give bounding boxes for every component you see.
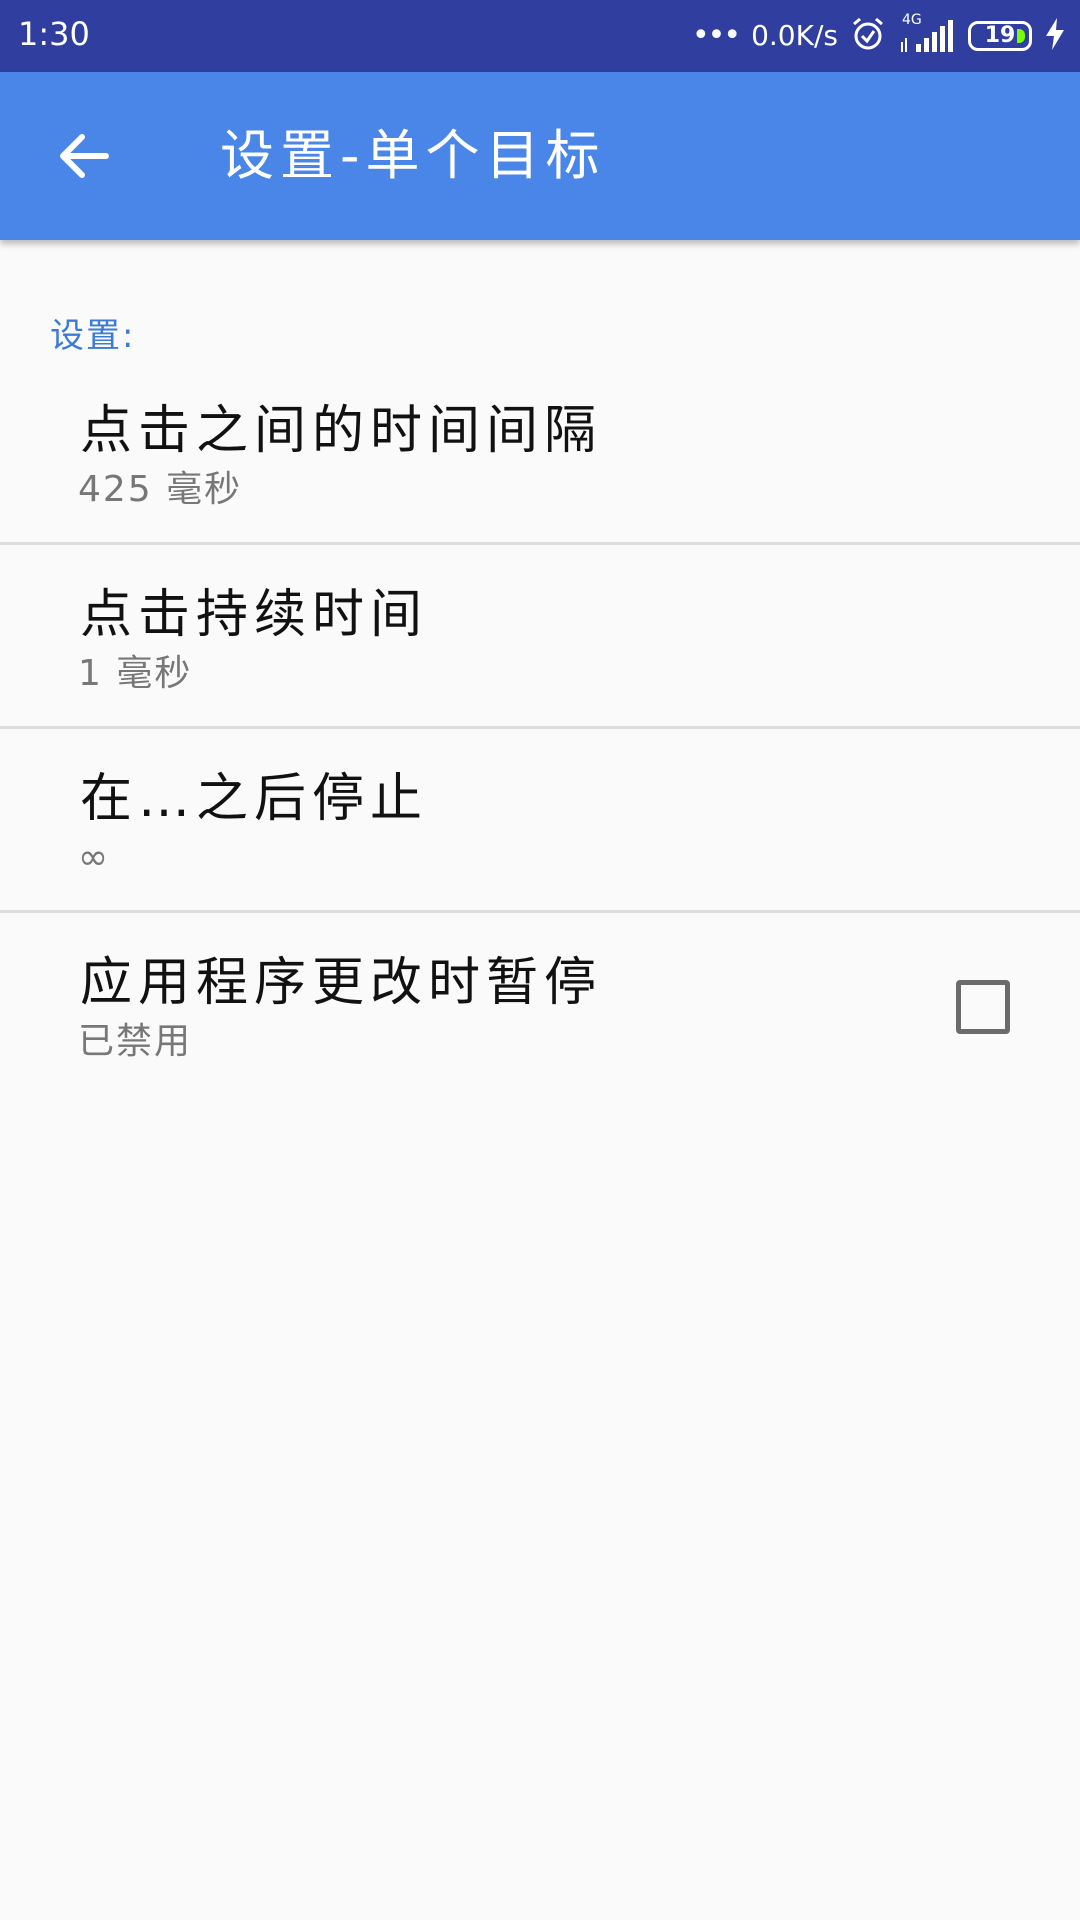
status-time: 1:30 xyxy=(18,15,90,53)
network-type: 4G xyxy=(902,12,922,28)
pref-click-interval[interactable]: 点击之间的时间间隔 425 毫秒 xyxy=(0,374,1080,556)
pref-title: 在…之后停止 xyxy=(80,769,429,829)
pref-title: 点击之间的时间间隔 xyxy=(80,401,603,461)
pref-pause-on-app-change[interactable]: 应用程序更改时暂停 已禁用 xyxy=(0,926,1080,1108)
signal-icon: 4G xyxy=(898,12,956,56)
pref-summary: ∞ xyxy=(78,837,110,878)
divider xyxy=(0,910,1080,913)
alarm-icon xyxy=(850,16,886,56)
arrow-back-icon xyxy=(60,134,109,178)
status-icons: ••• 0.0K/s 4G 19 xyxy=(691,12,1066,58)
category-title: 设置: xyxy=(50,316,136,356)
pause-checkbox[interactable] xyxy=(956,980,1010,1034)
divider xyxy=(0,726,1080,729)
battery-icon: 19 xyxy=(968,21,1032,51)
battery-level: 19 xyxy=(984,23,1016,48)
pref-stop-after[interactable]: 在…之后停止 ∞ xyxy=(0,742,1080,924)
notification-dots: ••• xyxy=(691,18,741,53)
page-title: 设置-单个目标 xyxy=(220,124,606,187)
pref-summary: 425 毫秒 xyxy=(78,469,243,510)
pref-summary: 1 毫秒 xyxy=(78,653,193,694)
pref-title: 应用程序更改时暂停 xyxy=(80,953,603,1013)
app-bar: 设置-单个目标 xyxy=(0,72,1080,240)
divider xyxy=(0,542,1080,545)
pref-summary: 已禁用 xyxy=(78,1021,193,1062)
status-bar: 1:30 ••• 0.0K/s 4G 19 xyxy=(0,0,1080,72)
pref-click-duration[interactable]: 点击持续时间 1 毫秒 xyxy=(0,558,1080,740)
charging-icon xyxy=(1044,17,1066,55)
net-speed: 0.0K/s xyxy=(751,19,838,52)
pref-title: 点击持续时间 xyxy=(80,585,429,645)
back-button[interactable] xyxy=(40,116,128,196)
